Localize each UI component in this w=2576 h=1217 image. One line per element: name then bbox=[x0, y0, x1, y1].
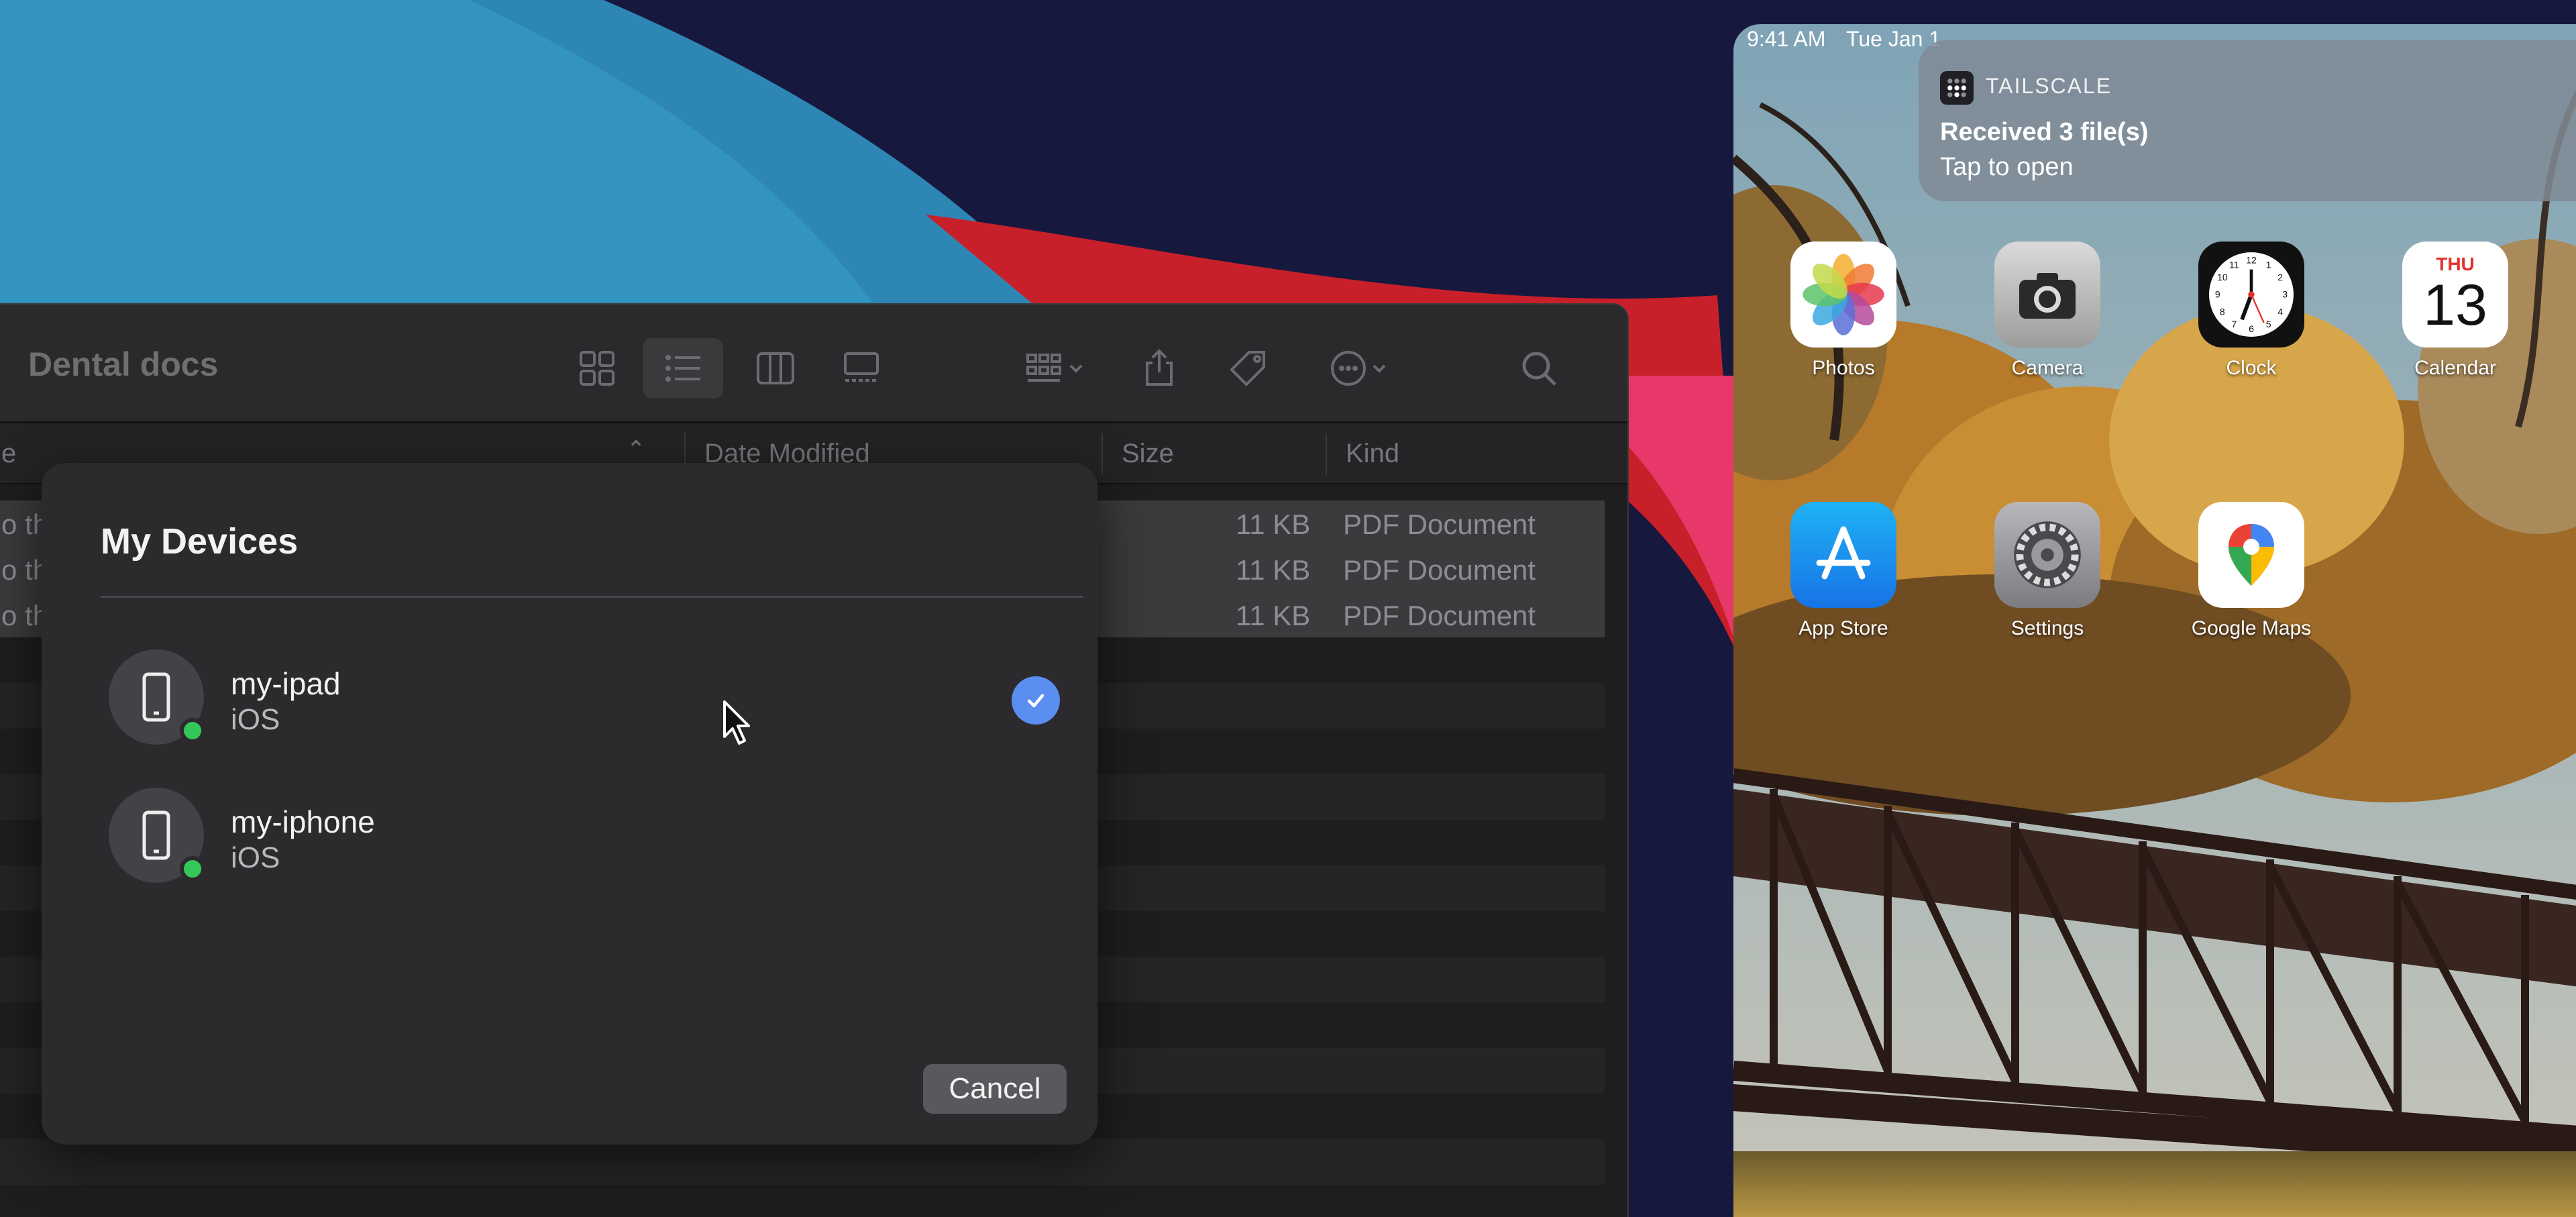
svg-text:3: 3 bbox=[2282, 289, 2288, 300]
calendar-date: 13 bbox=[2423, 273, 2487, 337]
svg-text:7: 7 bbox=[2231, 319, 2237, 329]
tailscale-icon bbox=[1940, 71, 1974, 105]
my-devices-sheet: My Devices my-ipad iOS my-iphone iOS Can… bbox=[42, 463, 1097, 1145]
share-button[interactable] bbox=[1119, 338, 1199, 399]
device-os: iOS bbox=[231, 703, 280, 736]
svg-text:8: 8 bbox=[2220, 306, 2225, 317]
phone-icon bbox=[142, 810, 170, 860]
group-button[interactable] bbox=[1006, 338, 1107, 399]
svg-text:9: 9 bbox=[2215, 289, 2220, 300]
app-app-store[interactable]: App Store bbox=[1770, 502, 1917, 640]
svg-text:10: 10 bbox=[2217, 272, 2228, 282]
more-button[interactable] bbox=[1316, 338, 1403, 399]
gallery-view-button[interactable] bbox=[821, 338, 902, 399]
file-kind: PDF Document bbox=[1343, 554, 1536, 586]
camera-icon bbox=[1994, 242, 2100, 348]
app-label: App Store bbox=[1799, 617, 1888, 639]
tag-button[interactable] bbox=[1208, 338, 1288, 399]
app-label: Calendar bbox=[2414, 357, 2496, 379]
search-icon bbox=[1522, 352, 1556, 386]
online-status-dot bbox=[180, 856, 205, 882]
ipad-screen: 9:41 AM Tue Jan 1 TAILSCALE Received 3 f… bbox=[1733, 24, 2576, 1217]
phone-icon bbox=[142, 672, 170, 722]
file-size: 11 KB bbox=[1236, 554, 1311, 586]
settings-icon bbox=[1994, 502, 2100, 608]
svg-text:1: 1 bbox=[2266, 259, 2271, 270]
column-view-button[interactable] bbox=[735, 338, 816, 399]
svg-text:12: 12 bbox=[2246, 254, 2257, 265]
app-label: Clock bbox=[2226, 357, 2277, 379]
app-label: Camera bbox=[2011, 357, 2084, 379]
calendar-icon: THU 13 bbox=[2402, 242, 2508, 348]
svg-text:11: 11 bbox=[2229, 259, 2239, 270]
svg-text:5: 5 bbox=[2266, 319, 2271, 329]
google-maps-icon bbox=[2198, 502, 2304, 608]
app-label: Settings bbox=[2010, 617, 2084, 639]
svg-text:4: 4 bbox=[2277, 306, 2283, 317]
search-button[interactable] bbox=[1499, 338, 1579, 399]
column-view-icon bbox=[757, 352, 794, 384]
tailscale-notification[interactable]: TAILSCALE Received 3 file(s) Tap to open bbox=[1919, 40, 2576, 201]
file-kind: PDF Document bbox=[1343, 509, 1536, 540]
app-calendar[interactable]: THU 13 Calendar bbox=[2381, 242, 2529, 380]
column-name[interactable]: e bbox=[1, 439, 16, 469]
photos-icon bbox=[1790, 242, 1896, 348]
device-os: iOS bbox=[231, 841, 280, 874]
icon-view-icon bbox=[580, 351, 614, 386]
tag-icon bbox=[1230, 351, 1265, 386]
share-icon bbox=[1146, 349, 1173, 386]
mouse-cursor-icon bbox=[723, 700, 750, 745]
window-title: Dental docs bbox=[28, 346, 219, 383]
device-name: my-ipad bbox=[231, 666, 341, 701]
sort-ascending-icon: ⌃ bbox=[627, 437, 646, 462]
svg-text:6: 6 bbox=[2249, 323, 2254, 334]
device-row-my-ipad[interactable]: my-ipad iOS bbox=[109, 649, 1081, 750]
icon-view-button[interactable] bbox=[557, 338, 637, 399]
app-clock[interactable]: 12 1 2 3 45 6 78 9 10 11 Clock bbox=[2178, 242, 2325, 380]
group-icon bbox=[1026, 354, 1083, 382]
gallery-view-icon bbox=[844, 352, 879, 382]
device-name: my-iphone bbox=[231, 804, 375, 839]
cancel-button[interactable]: Cancel bbox=[923, 1064, 1067, 1114]
app-label: Photos bbox=[1812, 357, 1875, 379]
list-view-button[interactable] bbox=[643, 338, 723, 399]
app-google-maps[interactable]: Google Maps bbox=[2178, 502, 2325, 640]
file-size: 11 KB bbox=[1236, 600, 1311, 631]
app-store-icon bbox=[1790, 502, 1896, 608]
notification-subtitle: Tap to open bbox=[1940, 153, 2074, 181]
app-camera[interactable]: Camera bbox=[1974, 242, 2121, 380]
calendar-day: THU bbox=[2436, 254, 2475, 274]
status-time: 9:41 AM bbox=[1747, 27, 1826, 51]
file-size: 11 KB bbox=[1236, 509, 1311, 540]
checkmark-icon bbox=[1012, 676, 1060, 725]
online-status-dot bbox=[180, 718, 205, 743]
list-view-icon bbox=[665, 355, 700, 382]
app-photos[interactable]: Photos bbox=[1770, 242, 1917, 380]
file-kind: PDF Document bbox=[1343, 600, 1536, 631]
notification-app-name: TAILSCALE bbox=[1986, 74, 2112, 98]
device-row-my-iphone[interactable]: my-iphone iOS bbox=[109, 788, 1081, 888]
clock-icon: 12 1 2 3 45 6 78 9 10 11 bbox=[2198, 242, 2304, 348]
column-size[interactable]: Size bbox=[1122, 439, 1174, 469]
empty-row bbox=[0, 1139, 1605, 1185]
column-kind[interactable]: Kind bbox=[1346, 439, 1399, 469]
finder-toolbar: Dental docs bbox=[0, 305, 1627, 423]
app-label: Google Maps bbox=[2191, 617, 2312, 639]
app-settings[interactable]: Settings bbox=[1974, 502, 2121, 640]
more-icon bbox=[1331, 351, 1386, 386]
svg-text:2: 2 bbox=[2277, 272, 2283, 282]
divider bbox=[101, 596, 1083, 598]
sheet-title: My Devices bbox=[101, 521, 299, 562]
notification-title: Received 3 file(s) bbox=[1940, 118, 2149, 146]
